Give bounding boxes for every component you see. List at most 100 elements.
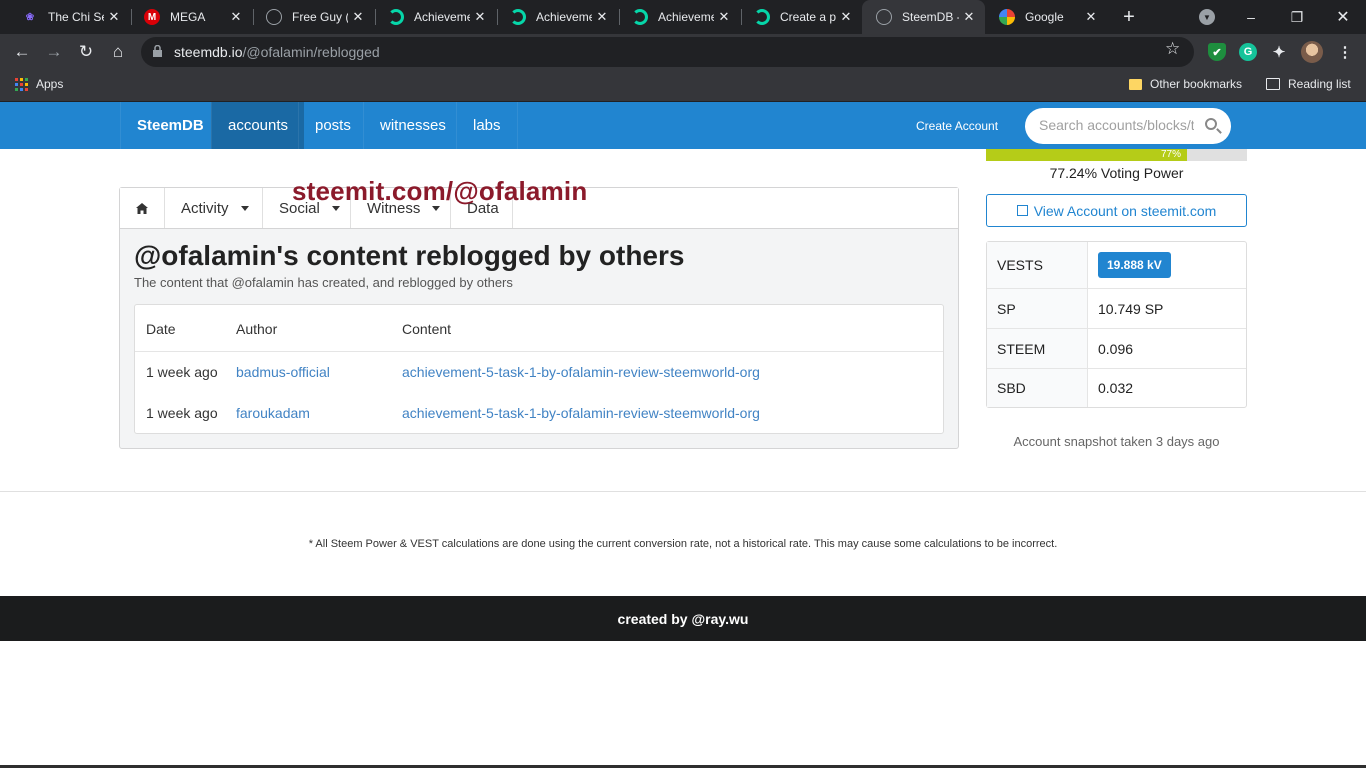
browser-tab[interactable]: Achieveme ✕ xyxy=(496,0,618,34)
browser-tab[interactable]: Free Guy (2 ✕ xyxy=(252,0,374,34)
row-author-link[interactable]: badmus-official xyxy=(236,364,330,380)
apps-bookmark[interactable]: Apps xyxy=(15,77,63,91)
browser-tab[interactable]: M MEGA ✕ xyxy=(130,0,252,34)
stat-label: SBD xyxy=(987,369,1088,407)
home-button[interactable]: ⌂ xyxy=(104,38,132,66)
stat-row: SBD 0.032 xyxy=(987,369,1246,407)
steemit-icon xyxy=(632,9,648,25)
section-divider xyxy=(0,491,1366,492)
header-divider xyxy=(135,351,943,352)
stat-row: VESTS 19.888 kV xyxy=(987,242,1246,289)
mega-icon: M xyxy=(144,9,160,25)
view-account-button[interactable]: View Account on steemit.com xyxy=(986,194,1247,227)
stat-value: 19.888 kV xyxy=(1098,242,1171,288)
voting-power-bar: 77% xyxy=(986,149,1247,161)
voting-power-text: 77.24% Voting Power xyxy=(1049,165,1184,181)
row-content-link[interactable]: achievement-5-task-1-by-ofalamin-review-… xyxy=(402,364,760,380)
minimize-button[interactable]: – xyxy=(1228,0,1274,34)
brand-link[interactable]: SteemDB xyxy=(120,102,220,149)
tab-search-button[interactable]: ▼ xyxy=(1184,0,1230,34)
search-input[interactable] xyxy=(1039,117,1194,133)
other-bookmarks[interactable]: Other bookmarks xyxy=(1129,77,1242,91)
browser-tab[interactable]: Google ✕ xyxy=(985,0,1107,34)
nav-accounts[interactable]: accounts xyxy=(211,102,305,149)
close-tab-icon[interactable]: ✕ xyxy=(470,9,490,25)
steemit-icon xyxy=(510,9,526,25)
account-stats-table: VESTS 19.888 kV SP 10.749 SP STEEM 0.096… xyxy=(986,241,1247,408)
close-tab-icon[interactable]: ✕ xyxy=(959,9,979,25)
chevron-down-icon: ▼ xyxy=(1199,9,1215,25)
tab-title: Achieveme xyxy=(536,10,592,24)
reblog-table: Date Author Content 1 week ago badmus-of… xyxy=(134,304,944,434)
close-tab-icon[interactable]: ✕ xyxy=(714,9,734,25)
view-account-label: View Account on steemit.com xyxy=(1033,202,1217,219)
extensions-puzzle-icon[interactable]: ✦ xyxy=(1270,43,1288,61)
create-account-link[interactable]: Create Account xyxy=(900,102,1014,149)
browser-tab-active[interactable]: SteemDB - ✕ xyxy=(862,0,985,34)
home-tab[interactable] xyxy=(120,188,165,228)
row-author-link[interactable]: faroukadam xyxy=(236,405,310,421)
voting-power-bar-label: 77% xyxy=(1160,149,1181,160)
url-text: steemdb.io/@ofalamin/reblogged xyxy=(174,44,380,60)
content-panel: Activity Social Witness Data @ofalamin's… xyxy=(119,187,959,449)
close-window-button[interactable]: ✕ xyxy=(1320,0,1366,34)
vests-badge: 19.888 kV xyxy=(1098,252,1171,278)
tab-title: Google xyxy=(1025,10,1064,24)
tab-title: MEGA xyxy=(170,10,206,24)
forward-button[interactable]: → xyxy=(40,38,68,66)
row-content-link[interactable]: achievement-5-task-1-by-ofalamin-review-… xyxy=(402,405,760,421)
browser-tab[interactable]: Create a po ✕ xyxy=(740,0,862,34)
reading-list-icon xyxy=(1266,78,1280,90)
browser-tab[interactable]: Achieveme ✕ xyxy=(374,0,496,34)
close-tab-icon[interactable]: ✕ xyxy=(1081,9,1101,25)
close-tab-icon[interactable]: ✕ xyxy=(226,9,246,25)
browser-tab[interactable]: Achieveme ✕ xyxy=(618,0,740,34)
caret-down-icon xyxy=(240,205,249,211)
close-tab-icon[interactable]: ✕ xyxy=(104,9,124,25)
row-date: 1 week ago xyxy=(146,364,218,380)
shield-extension-icon[interactable]: ✔ xyxy=(1208,43,1226,61)
site-search xyxy=(1025,108,1231,144)
close-tab-icon[interactable]: ✕ xyxy=(348,9,368,25)
bookmark-star-icon[interactable]: ☆ xyxy=(1165,39,1180,59)
activity-dropdown[interactable]: Activity xyxy=(165,188,263,228)
grammarly-icon[interactable]: G xyxy=(1239,43,1257,61)
url-path: /@ofalamin/reblogged xyxy=(242,44,380,60)
voting-power-fill: 77% xyxy=(986,149,1187,161)
calculation-note: * All Steem Power & VEST calculations ar… xyxy=(308,538,1058,550)
tab-title: The Chi Se xyxy=(48,10,104,24)
stat-value: 10.749 SP xyxy=(1098,300,1164,317)
reading-list[interactable]: Reading list xyxy=(1266,77,1351,91)
stat-label: STEEM xyxy=(987,329,1088,368)
browser-menu-icon[interactable]: ⋮ xyxy=(1336,43,1354,61)
search-icon[interactable] xyxy=(1205,118,1217,130)
new-tab-button[interactable]: + xyxy=(1106,0,1152,34)
google-icon xyxy=(999,9,1015,25)
nav-witnesses[interactable]: witnesses xyxy=(363,102,462,149)
back-button[interactable]: ← xyxy=(8,38,36,66)
folder-icon xyxy=(1129,78,1142,90)
tab-title: Free Guy (2 xyxy=(292,10,348,24)
row-date: 1 week ago xyxy=(146,405,218,421)
bookmarks-bar: Apps Other bookmarks Reading list xyxy=(0,70,1366,102)
url-host: steemdb.io xyxy=(174,44,243,60)
nav-posts[interactable]: posts xyxy=(298,102,367,149)
tab-title: Achieveme xyxy=(414,10,470,24)
stat-row: SP 10.749 SP xyxy=(987,289,1246,329)
profile-avatar[interactable] xyxy=(1301,41,1323,63)
apps-grid-icon xyxy=(15,77,28,91)
snapshot-text: Account snapshot taken 3 days ago xyxy=(1013,434,1220,449)
home-icon xyxy=(136,202,148,214)
stat-row: STEEM 0.096 xyxy=(987,329,1246,369)
browser-tab[interactable]: ❀ The Chi Se ✕ xyxy=(8,0,130,34)
site-footer: created by @ray.wu xyxy=(0,596,1366,641)
page-subtitle: The content that @ofalamin has created, … xyxy=(134,275,513,290)
reload-button[interactable]: ↻ xyxy=(72,38,100,66)
restore-button[interactable]: ❐ xyxy=(1274,0,1320,34)
close-tab-icon[interactable]: ✕ xyxy=(836,9,856,25)
lock-icon xyxy=(153,45,162,57)
nav-labs[interactable]: labs xyxy=(456,102,518,149)
globe-icon xyxy=(876,9,892,25)
close-tab-icon[interactable]: ✕ xyxy=(592,9,612,25)
address-bar[interactable]: steemdb.io/@ofalamin/reblogged xyxy=(141,37,1194,67)
